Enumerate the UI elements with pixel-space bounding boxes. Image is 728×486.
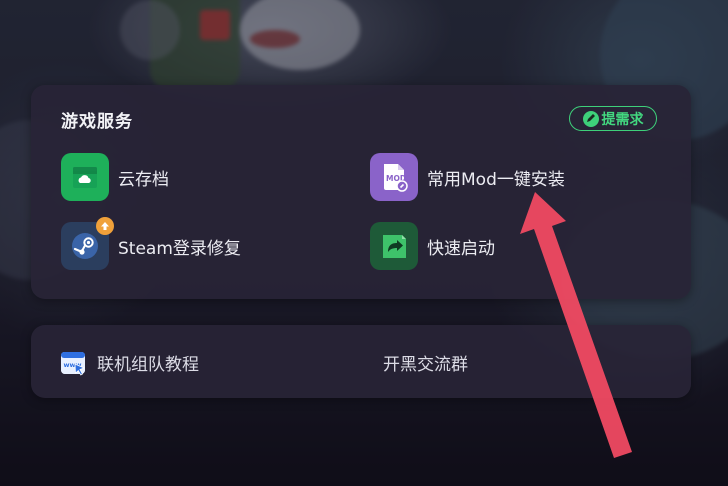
brush-icon: [582, 110, 599, 127]
community-links-panel: www 联机组队教程 开黑交流群: [31, 325, 691, 398]
multiplayer-guide-label: 联机组队教程: [97, 355, 199, 375]
request-feature-button[interactable]: 提需求: [569, 106, 657, 131]
www-icon: www: [61, 351, 86, 376]
panel-title: 游戏服务: [61, 112, 133, 132]
multiplayer-guide-link[interactable]: www 联机组队教程: [61, 350, 199, 376]
request-feature-label: 提需求: [601, 111, 644, 128]
service-quick-start[interactable]: 快速启动: [370, 222, 495, 270]
game-services-panel: 游戏服务 提需求 云存档 MOD 常用Mod一键安装 Steam登录修复 快速启…: [31, 85, 691, 299]
service-cloud-save[interactable]: 云存档: [61, 153, 169, 201]
steam-icon: [61, 217, 114, 270]
service-steam-login-fix[interactable]: Steam登录修复: [61, 217, 241, 270]
chat-group-label: 开黑交流群: [383, 355, 468, 375]
quick-start-icon: [370, 222, 418, 270]
chat-group-link[interactable]: 开黑交流群: [383, 350, 468, 375]
service-label: 云存档: [118, 169, 169, 190]
service-label: Steam登录修复: [118, 238, 241, 259]
service-label: 快速启动: [427, 238, 495, 259]
update-badge-icon: [96, 217, 114, 235]
service-label: 常用Mod一键安装: [427, 169, 565, 190]
cloud-save-icon: [61, 153, 109, 201]
mod-install-icon: MOD: [370, 153, 418, 201]
service-mod-install[interactable]: MOD 常用Mod一键安装: [370, 153, 565, 201]
